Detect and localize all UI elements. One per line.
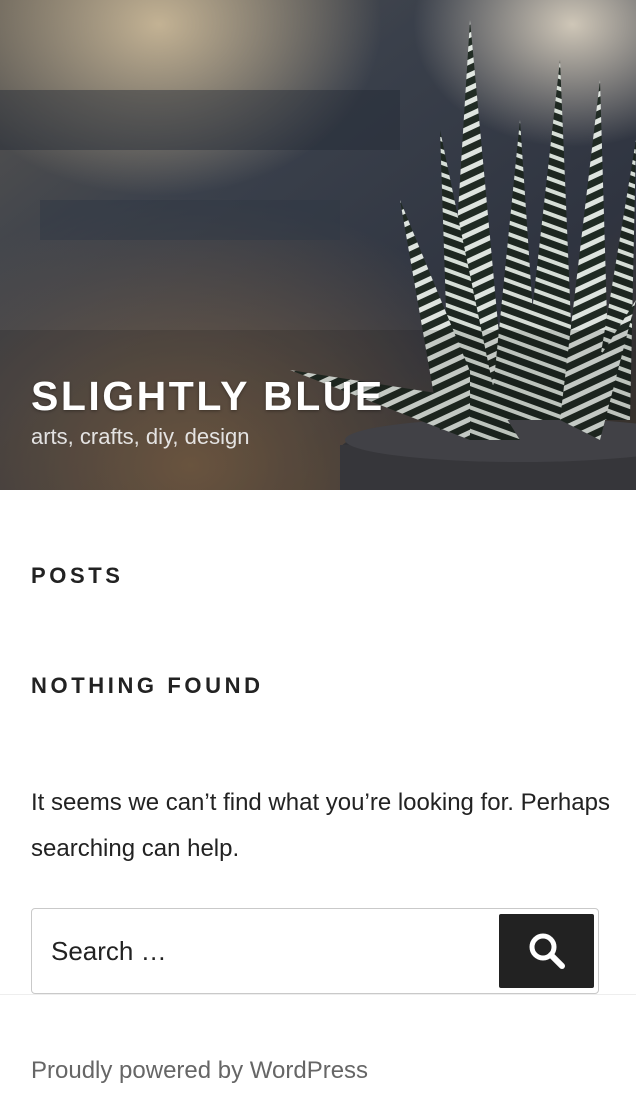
site-title[interactable]: SLIGHTLY BLUE	[31, 370, 385, 422]
site-branding: SLIGHTLY BLUE arts, crafts, diy, design	[31, 370, 385, 452]
footer-credit-link[interactable]: Proudly powered by WordPress	[31, 1056, 368, 1086]
no-results-message: It seems we can’t find what you’re looki…	[31, 789, 610, 862]
search-icon	[529, 933, 565, 969]
search-input[interactable]	[32, 909, 492, 993]
nothing-found-heading: NOTHING FOUND	[31, 673, 264, 698]
search-button[interactable]	[499, 914, 594, 988]
footer-divider	[0, 994, 636, 995]
site-description: arts, crafts, diy, design	[31, 424, 250, 449]
site-header: SLIGHTLY BLUE arts, crafts, diy, design	[0, 0, 636, 490]
search-form	[31, 908, 599, 994]
page-title: POSTS	[31, 563, 124, 588]
